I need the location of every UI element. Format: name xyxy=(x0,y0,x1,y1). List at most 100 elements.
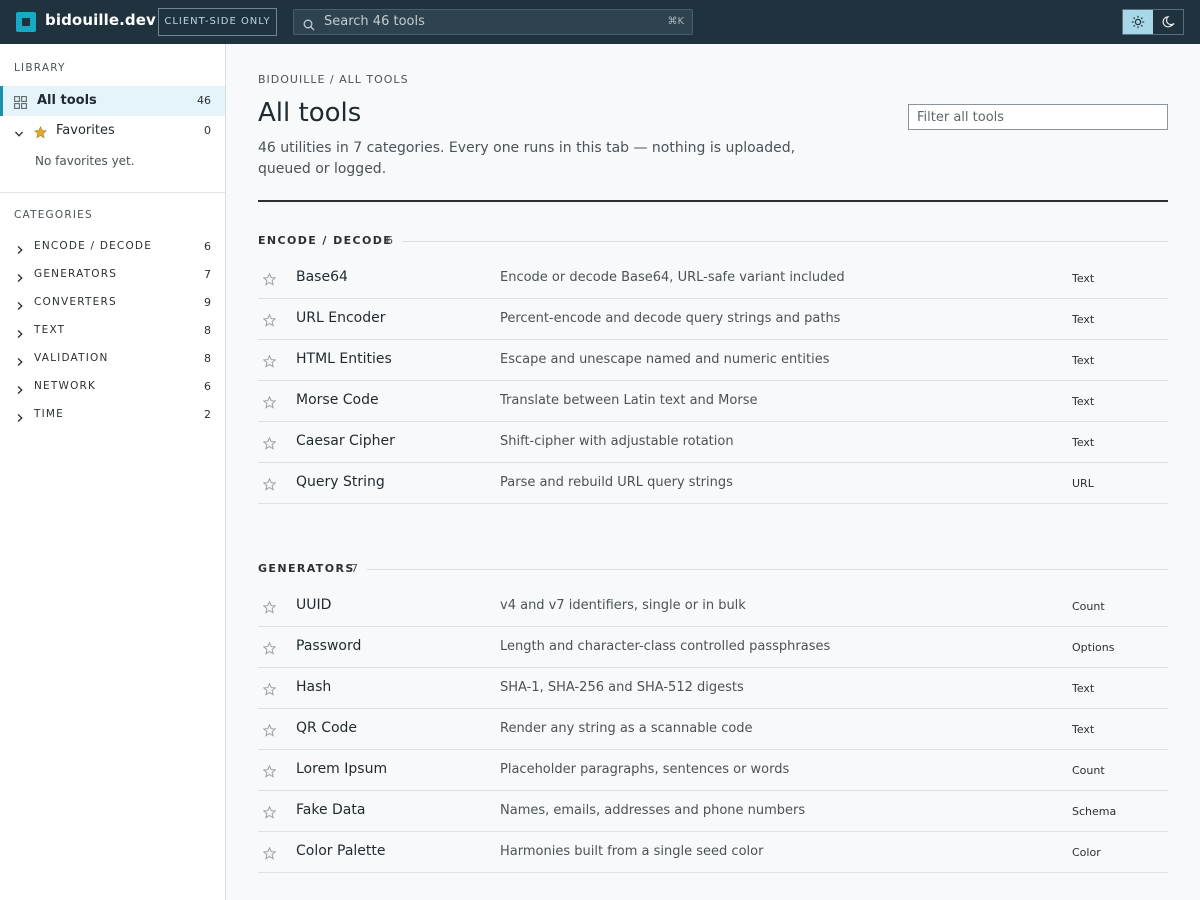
category-label: ENCODE / DECODE xyxy=(34,240,153,252)
section-count: 7 xyxy=(351,562,358,575)
tool-name[interactable]: Base64 xyxy=(296,269,348,285)
sidebar-category-converters[interactable]: CONVERTERS 9 xyxy=(0,288,225,316)
sidebar: LIBRARY All tools 46 Favorites 0 No favo… xyxy=(0,44,226,900)
tool-row[interactable]: Lorem Ipsum Placeholder paragraphs, sente… xyxy=(258,750,1168,791)
tool-description: Encode or decode Base64, URL-safe varian… xyxy=(500,270,845,285)
sidebar-item-favorites[interactable]: Favorites 0 xyxy=(0,116,225,146)
chevron-right-icon xyxy=(15,380,25,399)
brand-name[interactable]: bidouille.dev xyxy=(45,11,156,29)
tool-input-tag: Text xyxy=(1072,682,1095,695)
tool-input-tag: URL xyxy=(1072,477,1094,490)
filter-input[interactable] xyxy=(908,104,1168,130)
sidebar-item-label: Favorites xyxy=(56,123,115,138)
category-label: TEXT xyxy=(34,324,66,336)
tool-row[interactable]: Base64 Encode or decode Base64, URL-safe … xyxy=(258,258,1168,299)
tool-description: Names, emails, addresses and phone numbe… xyxy=(500,803,806,818)
tool-description: Length and character-class controlled pa… xyxy=(500,639,831,654)
star-outline-icon[interactable] xyxy=(262,353,277,372)
star-outline-icon[interactable] xyxy=(262,845,277,864)
tool-description: Percent-encode and decode query strings … xyxy=(500,311,841,326)
star-outline-icon[interactable] xyxy=(262,476,277,495)
logo-icon[interactable] xyxy=(16,12,36,32)
tool-name[interactable]: Morse Code xyxy=(296,392,379,408)
tool-name[interactable]: HTML Entities xyxy=(296,351,392,367)
star-outline-icon[interactable] xyxy=(262,681,277,700)
categories-heading: CATEGORIES xyxy=(14,209,93,221)
sidebar-item-label: All tools xyxy=(37,93,97,108)
light-theme-button[interactable] xyxy=(1123,10,1153,34)
tool-row[interactable]: Caesar Cipher Shift-cipher with adjustabl… xyxy=(258,422,1168,463)
category-label: TIME xyxy=(34,408,65,420)
library-heading: LIBRARY xyxy=(14,62,66,74)
tool-name[interactable]: URL Encoder xyxy=(296,310,385,326)
tool-description: Shift-cipher with adjustable rotation xyxy=(500,434,734,449)
category-count: 7 xyxy=(204,268,211,281)
tool-name[interactable]: QR Code xyxy=(296,720,357,736)
sidebar-item-count: 46 xyxy=(197,94,211,107)
star-outline-icon[interactable] xyxy=(262,763,277,782)
tool-row[interactable]: Morse Code Translate between Latin text a… xyxy=(258,381,1168,422)
tool-name[interactable]: Caesar Cipher xyxy=(296,433,395,449)
sidebar-category-time[interactable]: TIME 2 xyxy=(0,400,225,428)
section-count: 6 xyxy=(386,234,393,247)
tool-name[interactable]: Query String xyxy=(296,474,385,490)
tool-input-tag: Color xyxy=(1072,846,1101,859)
star-outline-icon[interactable] xyxy=(262,640,277,659)
tool-input-tag: Text xyxy=(1072,313,1095,326)
tool-row[interactable]: UUID v4 and v7 identifiers, single or in … xyxy=(258,586,1168,627)
star-outline-icon[interactable] xyxy=(262,435,277,454)
search-box[interactable]: Search 46 tools ⌘K xyxy=(293,9,693,35)
tool-input-tag: Count xyxy=(1072,600,1105,613)
chevron-right-icon xyxy=(15,408,25,427)
page-title: All tools xyxy=(258,98,362,128)
chevron-right-icon xyxy=(15,296,25,315)
star-outline-icon[interactable] xyxy=(262,722,277,741)
sidebar-category-validation[interactable]: VALIDATION 8 xyxy=(0,344,225,372)
category-count: 8 xyxy=(204,352,211,365)
sidebar-item-count: 0 xyxy=(204,124,211,137)
tool-name[interactable]: Password xyxy=(296,638,361,654)
tool-row[interactable]: Hash SHA-1, SHA-256 and SHA-512 digests Te… xyxy=(258,668,1168,709)
tool-row[interactable]: Color Palette Harmonies built from a sing… xyxy=(258,832,1168,873)
star-outline-icon[interactable] xyxy=(262,599,277,618)
tool-input-tag: Text xyxy=(1072,354,1095,367)
section-rule xyxy=(367,569,1168,570)
chevron-right-icon xyxy=(15,352,25,371)
sidebar-category-generators[interactable]: GENERATORS 7 xyxy=(0,260,225,288)
moon-icon xyxy=(1162,16,1175,28)
header-divider xyxy=(258,200,1168,202)
star-outline-icon[interactable] xyxy=(262,394,277,413)
page-subtitle: 46 utilities in 7 categories. Every one … xyxy=(258,140,796,177)
sidebar-category-encode-decode[interactable]: ENCODE / DECODE 6 xyxy=(0,232,225,260)
tool-name[interactable]: Fake Data xyxy=(296,802,365,818)
sidebar-category-network[interactable]: NETWORK 6 xyxy=(0,372,225,400)
main-content: BIDOUILLE / ALL TOOLS All tools 46 utili… xyxy=(258,44,1168,900)
tool-name[interactable]: Color Palette xyxy=(296,843,386,859)
chevron-down-icon xyxy=(14,124,24,143)
tool-name[interactable]: Hash xyxy=(296,679,331,695)
tool-name[interactable]: UUID xyxy=(296,597,331,613)
tool-input-tag: Text xyxy=(1072,395,1095,408)
tool-row[interactable]: HTML Entities Escape and unescape named a… xyxy=(258,340,1168,381)
tool-row[interactable]: Query String Parse and rebuild URL query … xyxy=(258,463,1168,504)
sidebar-category-text[interactable]: TEXT 8 xyxy=(0,316,225,344)
star-filled-icon xyxy=(34,124,47,143)
tool-row[interactable]: Password Length and character-class contr… xyxy=(258,627,1168,668)
star-outline-icon[interactable] xyxy=(262,804,277,823)
dark-theme-button[interactable] xyxy=(1154,10,1184,34)
sidebar-divider xyxy=(0,192,225,193)
star-outline-icon[interactable] xyxy=(262,312,277,331)
sun-icon xyxy=(1131,15,1145,29)
tool-description: v4 and v7 identifiers, single or in bulk xyxy=(500,598,746,613)
section-header: ENCODE / DECODE 6 xyxy=(258,234,1168,250)
category-count: 6 xyxy=(204,380,211,393)
tool-name[interactable]: Lorem Ipsum xyxy=(296,761,387,777)
tool-row[interactable]: URL Encoder Percent-encode and decode que… xyxy=(258,299,1168,340)
tool-row[interactable]: Fake Data Names, emails, addresses and ph… xyxy=(258,791,1168,832)
sidebar-item-all-tools[interactable]: All tools 46 xyxy=(0,86,225,116)
tool-input-tag: Text xyxy=(1072,723,1095,736)
tool-row[interactable]: QR Code Render any string as a scannable … xyxy=(258,709,1168,750)
star-outline-icon[interactable] xyxy=(262,271,277,290)
breadcrumb: BIDOUILLE / ALL TOOLS xyxy=(258,73,409,86)
chevron-right-icon xyxy=(15,268,25,287)
